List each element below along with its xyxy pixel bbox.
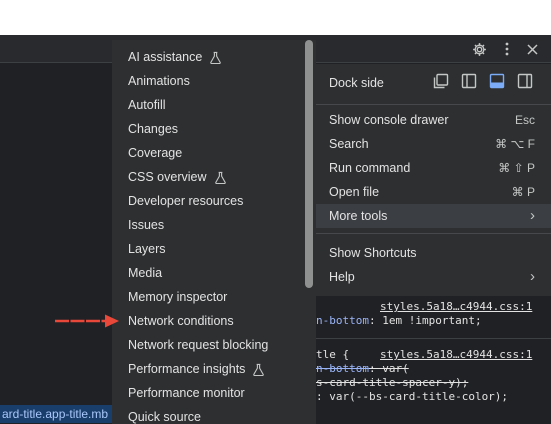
menu-item-media[interactable]: Media	[128, 261, 162, 285]
menu-item-label: CSS overview	[128, 170, 207, 184]
menu-item-label: Performance insights	[128, 362, 246, 376]
menu-item-performance-monitor[interactable]: Performance monitor	[128, 381, 245, 405]
menu-item-show-console-drawer[interactable]: Show console drawer Esc	[316, 108, 551, 132]
css-value-continued: s-card-title-spacer-y);	[316, 376, 469, 389]
dock-left-icon[interactable]	[460, 72, 478, 90]
menu-item-label: Autofill	[128, 98, 166, 112]
menu-item-performance-insights[interactable]: Performance insights	[128, 357, 265, 381]
menu-item-autofill[interactable]: Autofill	[128, 93, 166, 117]
menu-item-label: Memory inspector	[128, 290, 228, 304]
flask-icon	[207, 171, 227, 184]
menu-item-label: More tools	[329, 209, 388, 223]
menu-item-label: Media	[128, 266, 163, 280]
dock-side-options	[432, 72, 534, 90]
menu-item-quick-source[interactable]: Quick source	[128, 405, 201, 424]
css-declaration: n-bottom: 1em !important;	[316, 314, 482, 327]
menu-item-developer-resources[interactable]: Developer resources	[128, 189, 243, 213]
menu-item-label: Performance monitor	[128, 386, 245, 400]
menu-item-animations[interactable]: Animations	[128, 69, 190, 93]
menu-item-search[interactable]: Search ⌘ ⌥ F	[316, 132, 551, 156]
menu-item-label: Show console drawer	[329, 113, 449, 127]
menu-item-help[interactable]: Help ›	[316, 265, 551, 289]
chevron-right-icon: ›	[530, 207, 535, 224]
css-property: n-bottom	[316, 362, 369, 375]
shortcut-label: ⌘ ⌥ F	[495, 137, 535, 151]
menu-item-label: Animations	[128, 74, 190, 88]
menu-item-label: Coverage	[128, 146, 183, 160]
menu-item-issues[interactable]: Issues	[128, 213, 164, 237]
menu-item-label: Quick source	[128, 410, 201, 424]
gear-icon[interactable]	[467, 35, 491, 63]
menu-item-ai-assistance[interactable]: AI assistance	[128, 45, 222, 69]
menu-separator	[316, 104, 551, 105]
flask-icon	[202, 51, 222, 64]
menu-item-label: Layers	[128, 242, 166, 256]
css-property: n-bottom	[316, 314, 369, 327]
dock-right-icon[interactable]	[516, 72, 534, 90]
menu-item-label: AI assistance	[128, 50, 203, 64]
menu-item-label: Open file	[329, 185, 380, 199]
red-arrow-icon	[55, 314, 119, 328]
flask-icon	[245, 363, 265, 376]
menu-item-label: Developer resources	[128, 194, 244, 208]
rule-divider	[316, 338, 551, 339]
undock-icon[interactable]	[432, 72, 450, 90]
menu-item-label: Run command	[329, 161, 411, 175]
shortcut-label: ⌘ ⇧ P	[498, 161, 535, 175]
css-declaration: : var(--bs-card-title-color);	[316, 390, 509, 403]
menu-item-label: Help	[329, 270, 355, 284]
settings-menu: Dock side Show console drawer Esc Search…	[316, 64, 551, 296]
menu-item-changes[interactable]: Changes	[128, 117, 178, 141]
breadcrumb[interactable]: ard-title.app-title.mb	[0, 405, 120, 423]
shortcut-label: ⌘ P	[511, 185, 535, 199]
chevron-right-icon: ›	[530, 268, 535, 285]
css-declaration: n-bottom: var(	[316, 362, 409, 375]
more-tools-submenu: AI assistance Animations Autofill Changes Co…	[112, 40, 316, 424]
kebab-icon[interactable]	[495, 35, 519, 63]
menu-separator	[316, 233, 551, 234]
menu-item-css-overview[interactable]: CSS overview	[128, 165, 227, 189]
css-selector: tle {	[316, 348, 350, 361]
dock-bottom-icon[interactable]	[488, 72, 506, 90]
menu-item-show-shortcuts[interactable]: Show Shortcuts	[316, 241, 551, 265]
menu-item-label: Show Shortcuts	[329, 246, 417, 260]
stylesheet-link[interactable]: styles.5a18…c4944.css:1	[380, 348, 532, 361]
menu-item-label: Network request blocking	[128, 338, 269, 352]
menu-item-run-command[interactable]: Run command ⌘ ⇧ P	[316, 156, 551, 180]
dock-side-label: Dock side	[329, 76, 384, 90]
css-value: : 1em !important;	[368, 314, 482, 327]
submenu-scrollbar[interactable]	[305, 40, 313, 288]
menu-item-more-tools[interactable]: More tools ›	[316, 204, 551, 228]
menu-item-network-request-blocking[interactable]: Network request blocking	[128, 333, 268, 357]
menu-item-open-file[interactable]: Open file ⌘ P	[316, 180, 551, 204]
menu-item-label: Search	[329, 137, 369, 151]
menu-item-coverage[interactable]: Coverage	[128, 141, 182, 165]
menu-item-memory-inspector[interactable]: Memory inspector	[128, 285, 227, 309]
menu-item-label: Changes	[128, 122, 179, 136]
page-viewport	[0, 0, 551, 35]
css-value: : var(	[368, 362, 409, 375]
menu-item-network-conditions[interactable]: Network conditions	[128, 309, 234, 333]
menu-item-label: Network conditions	[128, 314, 234, 328]
shortcut-label: Esc	[514, 113, 535, 127]
stylesheet-link[interactable]: styles.5a18…c4944.css:1	[380, 300, 532, 313]
menu-item-label: Issues	[128, 218, 165, 232]
menu-item-layers[interactable]: Layers	[128, 237, 166, 261]
close-icon[interactable]	[520, 35, 544, 63]
